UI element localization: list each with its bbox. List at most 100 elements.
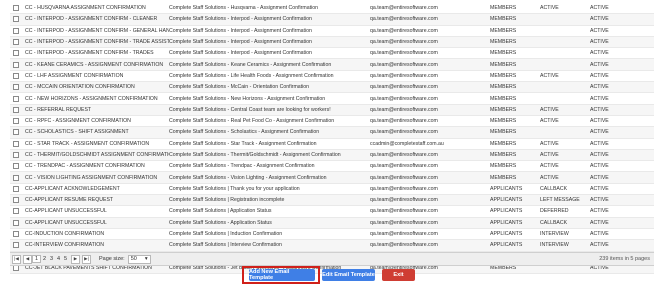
type-cell: APPLICANTS [490,197,523,204]
first-page-icon: |◀ [14,256,19,261]
row-checkbox[interactable] [13,219,19,226]
table-row[interactable]: CC-INDUCTION CONFIRMATION Complete Staff … [10,229,654,241]
from-email-cell: qa.team@entiresoftware.com [370,208,438,215]
add-new-email-template-button[interactable]: Add New Email Template [249,269,315,281]
table-row[interactable]: CC - NEW HORIZONS - ASSIGNMENT CONFIRMAT… [10,93,654,105]
type-cell: MEMBERS [490,152,517,158]
type-cell: MEMBERS [490,72,517,79]
row-checkbox[interactable] [13,242,19,249]
state-cell: ACTIVE [590,39,609,46]
state-cell: ACTIVE [590,84,609,91]
status-cell: ACTIVE [540,5,559,12]
row-checkbox[interactable] [13,231,19,238]
table-row[interactable]: CC - STAR TRACK - ASSIGNMENT CONFIRMATIO… [10,139,654,150]
template-name-cell: CC - MCCAIN ORIENTATION CONFIRMATION [25,84,135,91]
from-email-cell: qa.team@entiresoftware.com [370,242,438,249]
row-checkbox[interactable] [13,140,19,147]
type-cell: MEMBERS [490,5,517,12]
type-cell: MEMBERS [490,174,517,181]
type-cell: MEMBERS [490,27,517,34]
page-4[interactable]: 4 [55,256,62,262]
row-checkbox[interactable] [13,208,19,215]
type-cell: APPLICANTS [490,231,523,238]
type-cell: APPLICANTS [490,242,523,249]
table-row[interactable]: CC - INTERPOD - ASSIGNMENT CONFIRM - CLE… [10,14,654,26]
row-checkbox[interactable] [13,106,19,113]
table-row[interactable]: CC - INTERPOD - ASSIGNMENT CONFIRM - GEN… [10,26,654,37]
from-email-cell: qa.team@entiresoftware.com [370,95,438,102]
type-cell: MEMBERS [490,140,517,147]
table-row[interactable]: CC-INTERVIEW CONFIRMATION Complete Staff … [10,240,654,252]
table-row[interactable]: CC - LHF ASSIGNMENT CONFIRMATION Complete… [10,71,654,83]
row-checkbox[interactable] [13,185,19,192]
next-page-button[interactable]: ▶ [71,254,80,264]
table-row[interactable]: CC-APPLICANT UNSUCCESSFUL Complete Staff … [10,206,654,218]
type-cell: APPLICANTS [490,219,523,226]
template-name-cell: CC - NEW HORIZONS - ASSIGNMENT CONFIRMAT… [25,95,158,102]
page-5[interactable]: 5 [62,256,69,262]
row-checkbox[interactable] [13,118,19,125]
row-checkbox[interactable] [13,129,19,136]
subject-cell: Complete Staff Solutions - Interpod - As… [169,39,312,46]
template-name-cell: CC - KEANE CERAMICS - ASSIGNMENT CONFIRM… [25,61,164,68]
next-page-icon: ▶ [73,256,78,261]
row-checkbox[interactable] [13,16,19,23]
table-row[interactable]: CC - HUSQVARNA ASSIGNMENT CONFIRMATION Co… [10,3,654,15]
template-name-cell: CC-APPLICANT UNSUCCESSFUL [25,208,107,215]
type-cell: APPLICANTS [490,208,523,215]
from-email-cell: qa.team@entiresoftware.com [370,163,438,170]
row-checkbox[interactable] [13,50,19,57]
row-checkbox[interactable] [13,72,19,79]
state-cell: ACTIVE [590,185,609,192]
row-checkbox[interactable] [13,197,19,204]
exit-button[interactable]: Exit [382,269,415,281]
template-name-cell: CC - INTERPOD - ASSIGNMENT CONFIRM - CLE… [25,16,158,23]
page-size-label: Page size: [99,256,125,262]
table-row[interactable]: CC - KEANE CERAMICS - ASSIGNMENT CONFIRM… [10,59,654,71]
template-name-cell: CC - HUSQVARNA ASSIGNMENT CONFIRMATION [25,5,146,12]
page-1[interactable]: 1 [32,255,41,263]
subject-cell: Complete Staff Solutions - Interpod - As… [169,27,312,34]
template-name-cell: CC - LHF ASSIGNMENT CONFIRMATION [25,72,124,79]
subject-cell: Complete Staff Solutions - Trendpac - As… [169,163,315,170]
row-checkbox[interactable] [13,27,19,34]
page-2[interactable]: 2 [41,256,48,262]
template-name-cell: CC - SCHOLASTICS - SHIFT ASSIGNMENT [25,129,129,136]
status-cell: LEFT MESSAGE [540,197,580,204]
row-checkbox[interactable] [13,5,19,12]
table-row[interactable]: CC - RPFC - ASSIGNMENT CONFIRMATION Compl… [10,116,654,128]
page-size-select[interactable]: 50 ▾ [127,254,151,264]
row-checkbox[interactable] [13,152,19,158]
template-name-cell: CC - INTERPOD - ASSIGNMENT CONFIRM - GEN… [25,27,169,34]
subject-cell: Complete Staff Solutions - Interpod - As… [169,50,312,57]
subject-cell: Complete Staff Solutions - Vision Lighti… [169,174,327,181]
type-cell: APPLICANTS [490,185,523,192]
table-row[interactable]: CC - REFERRAL REQUEST Complete Staff Solu… [10,104,654,116]
table-row[interactable]: CC - INTERPOD - ASSIGNMENT CONFIRM - TRA… [10,36,654,49]
table-row[interactable]: CC - TRENDPAC - ASSIGNMENT CONFIRMATION C… [10,161,654,173]
last-page-button[interactable]: ▶| [82,254,91,264]
row-checkbox[interactable] [13,95,19,102]
from-email-cell: qa.team@entiresoftware.com [370,84,438,91]
table-row[interactable]: CC-APPLICANT ACKNOWLEDGEMENT Complete Sta… [10,184,654,196]
row-checkbox[interactable] [13,61,19,68]
table-row[interactable]: CC - SCHOLASTICS - SHIFT ASSIGNMENT Compl… [10,127,654,139]
table-row[interactable]: CC - VISION LIGHTING ASSIGNMENT CONFIRMA… [10,172,654,184]
table-row[interactable]: CC - INTERPOD - ASSIGNMENT CONFIRM - TRA… [10,48,654,60]
subject-cell: Complete Staff Solutions - Star Track - … [169,140,317,147]
row-checkbox[interactable] [13,39,19,46]
row-checkbox[interactable] [13,163,19,170]
edit-email-template-button[interactable]: Edit Email Template [322,269,375,281]
state-cell: ACTIVE [590,219,609,226]
table-row[interactable]: CC - MCCAIN ORIENTATION CONFIRMATION Comp… [10,82,654,94]
status-cell: ACTIVE [540,174,559,181]
prev-page-button[interactable]: ◀ [23,254,32,264]
first-page-button[interactable]: |◀ [12,254,21,264]
table-row[interactable]: CC-APPLICANT RESUME REQUEST Complete Staf… [10,195,654,207]
table-row[interactable]: CC-APPLICANT UNSUCCESSFUL Complete Staff … [10,217,654,229]
page-3[interactable]: 3 [48,256,55,262]
table-row[interactable]: CC - THERMIT/GOLDSCHMIDT ASSIGNMENT CONF… [10,149,654,162]
row-checkbox[interactable] [13,174,19,181]
from-email-cell: qa.team@entiresoftware.com [370,106,438,113]
row-checkbox[interactable] [13,84,19,91]
